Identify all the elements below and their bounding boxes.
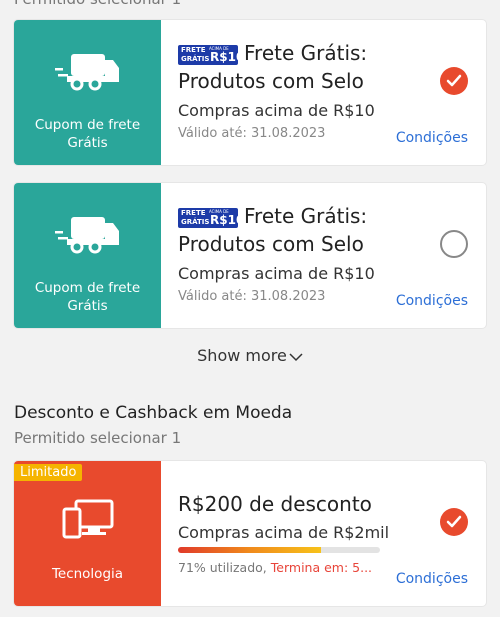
show-more-button[interactable]: Show more xyxy=(0,346,500,366)
coupon-select-radio[interactable] xyxy=(440,508,468,536)
coupon-stub: Cupom de frete Grátis xyxy=(14,20,161,165)
coupon-body: FRETE GRÁTIS ACIMA DE R$10 Frete Grátis:… xyxy=(178,20,486,165)
coupon-title-line1: Frete Grátis: xyxy=(244,41,368,65)
header-permitted-text: Permitido selecionar 1 xyxy=(14,0,181,8)
coupon-card-discount[interactable]: Tecnologia R$200 de desconto Compras aci… xyxy=(14,461,486,606)
usage-text: 71% utilizado, Termina em: 5... xyxy=(178,560,373,575)
coupon-subtitle: Compras acima de R$10 xyxy=(178,101,375,120)
coupon-stub-label: Tecnologia xyxy=(51,566,124,582)
coupon-body: R$200 de desconto Compras acima de R$2mi… xyxy=(178,461,486,606)
coupon-title-line2: Produtos com Selo xyxy=(178,232,364,256)
conditions-link[interactable]: Condições xyxy=(396,130,468,146)
free-shipping-badge: FRETE GRÁTIS ACIMA DE R$10 xyxy=(178,207,244,228)
truck-icon xyxy=(54,50,121,98)
section-title: Desconto e Cashback em Moeda xyxy=(14,403,293,423)
coupon-stub-label: Cupom de frete Grátis xyxy=(34,280,141,314)
coupon-stub: Tecnologia xyxy=(14,461,161,606)
coupon-title-line2: Produtos com Selo xyxy=(178,69,364,93)
check-icon xyxy=(446,74,462,87)
coupon-select-radio[interactable] xyxy=(440,67,468,95)
coupon-validity: Válido até: 31.08.2023 xyxy=(178,126,326,141)
coupon-stub-label: Cupom de frete Grátis xyxy=(34,117,141,151)
coupon-select-radio[interactable] xyxy=(440,230,468,258)
coupon-body: FRETE GRÁTIS ACIMA DE R$10 Frete Grátis:… xyxy=(178,183,486,328)
check-icon xyxy=(446,515,462,528)
devices-icon xyxy=(62,499,114,543)
coupon-card-free-shipping-1[interactable]: Cupom de frete Grátis FRETE GRÁTIS ACIMA… xyxy=(14,20,486,165)
coupon-stub: Cupom de frete Grátis xyxy=(14,183,161,328)
chevron-down-icon xyxy=(289,347,303,366)
coupon-title: R$200 de desconto xyxy=(178,492,372,516)
coupon-title-line1: Frete Grátis: xyxy=(244,204,368,228)
coupon-title: FRETE GRÁTIS ACIMA DE R$10 Frete Grátis: xyxy=(178,40,367,66)
coupon-validity: Válido até: 31.08.2023 xyxy=(178,289,326,304)
coupon-title: FRETE GRÁTIS ACIMA DE R$10 Frete Grátis: xyxy=(178,203,367,229)
ends-text: Termina em: 5... xyxy=(270,560,373,575)
coupon-subtitle: Compras acima de R$2mil xyxy=(178,523,390,542)
usage-progress-fill xyxy=(178,547,322,553)
conditions-link[interactable]: Condições xyxy=(396,571,468,587)
truck-icon xyxy=(54,213,121,261)
coupon-card-free-shipping-2[interactable]: Cupom de frete Grátis FRETE GRÁTIS ACIMA… xyxy=(14,183,486,328)
usage-progress-bar xyxy=(178,547,380,553)
show-more-label: Show more xyxy=(197,346,287,365)
conditions-link[interactable]: Condições xyxy=(396,293,468,309)
section-subtitle: Permitido selecionar 1 xyxy=(14,429,182,447)
coupon-subtitle: Compras acima de R$10 xyxy=(178,264,375,283)
free-shipping-badge: FRETE GRÁTIS ACIMA DE R$10 xyxy=(178,44,244,65)
limited-badge: Limitado xyxy=(14,464,83,481)
